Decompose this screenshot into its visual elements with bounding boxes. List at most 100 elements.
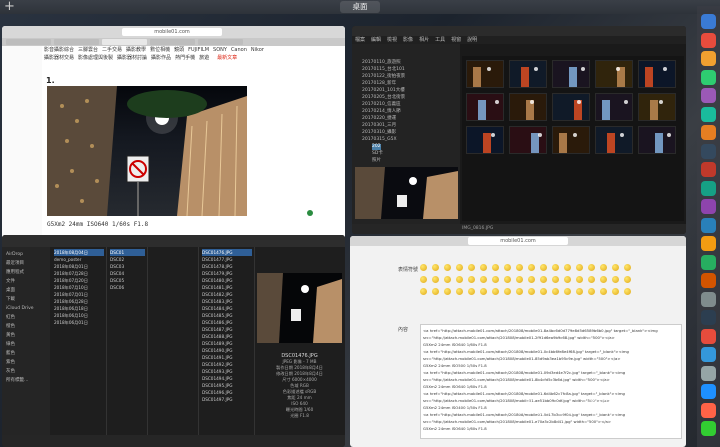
finder-row[interactable]: DSC04 [110,270,145,277]
thumbnail[interactable] [552,60,590,88]
smiley-icon[interactable] [624,288,631,295]
finder-sidebar-item[interactable]: 桌面 [6,287,15,294]
menu-item[interactable]: 檔案 [355,37,365,43]
menu-item[interactable]: 編輯 [371,37,381,43]
smiley-icon[interactable] [432,288,439,295]
browser-tab[interactable] [6,39,51,45]
smiley-icon[interactable] [468,264,475,271]
smiley-icon[interactable] [576,276,583,283]
finder-row[interactable]: 2018年07月10日 [54,284,104,291]
smiley-icon[interactable] [420,276,427,283]
thumbnail[interactable] [509,60,547,88]
tree-item[interactable]: 20170301_三月 [362,123,396,129]
forum-nav-item[interactable]: 影音攝影綜合 [44,47,74,53]
smiley-icon[interactable] [612,264,619,271]
thumbnail[interactable] [466,60,504,88]
smiley-icon[interactable] [420,288,427,295]
smiley-icon[interactable] [540,288,547,295]
thumbnail[interactable] [638,93,676,121]
finder-sidebar-item[interactable]: iCloud Drive [6,305,34,312]
photo-manager-window[interactable]: 檔案 編輯 檢視 影像 相片 工具 視窗 說明 20170110_旅遊照 20170115_台北… [352,26,686,234]
forum-nav-item[interactable]: 攝影器材交易 [44,55,74,61]
finder-sidebar-item[interactable]: 紅色 [6,314,15,321]
smilies-panel[interactable] [420,264,640,304]
smiley-icon[interactable] [528,264,535,271]
forum-nav-item[interactable]: Canon [231,47,247,53]
smiley-icon[interactable] [492,288,499,295]
finder-row[interactable]: DSC01479.JPG [202,270,252,277]
finder-sidebar-item[interactable]: 綠色 [6,341,15,348]
thumbnail[interactable] [466,93,504,121]
settings-icon[interactable] [701,291,716,307]
smiley-icon[interactable] [552,288,559,295]
finder-row-selected[interactable]: DSC01 [110,249,145,256]
tree-item[interactable]: 20170115_台北101 [362,67,405,73]
safari-icon[interactable] [701,51,716,66]
finder-row[interactable]: DSC03 [110,263,145,270]
smiley-icon[interactable] [468,288,475,295]
forum-nav-item[interactable]: FUJIFILM [188,47,209,53]
finder-row[interactable]: DSC01478.JPG [202,263,252,270]
finder-row[interactable]: DSC05 [110,277,145,284]
thumbnail[interactable] [638,126,676,154]
smiley-icon[interactable] [444,276,451,283]
smiley-icon[interactable] [516,264,523,271]
finder-row[interactable]: DSC01480.JPG [202,277,252,284]
browser-tab[interactable] [54,39,99,45]
finder-sidebar-item[interactable]: 灰色 [6,368,15,375]
thumbnail[interactable] [595,93,633,121]
smiley-icon[interactable] [444,264,451,271]
browser-tab[interactable] [198,39,243,45]
post-content-textarea[interactable]: <a href="http://attach.mobile01.com/atta… [420,324,682,439]
smiley-icon[interactable] [576,264,583,271]
mail-icon[interactable] [701,125,716,140]
tree-item[interactable]: 20170205_台北街景 [362,95,405,101]
smiley-icon[interactable] [456,288,463,295]
news-icon[interactable] [701,328,716,344]
finder-sidebar-item[interactable]: 所有標籤… [6,377,29,384]
editor-url[interactable]: mobile01.com [468,237,568,245]
forum-nav-item[interactable]: 三腳雲台 [78,47,98,53]
finder-row[interactable]: DSC01493.JPG [202,368,252,375]
forum-editor-window[interactable]: mobile01.com 表情符號 內容 <a href="http://att… [350,236,686,447]
finder-row-selected[interactable]: DSC01476.JPG [202,249,252,256]
thumbnail[interactable] [552,126,590,154]
thumbnail[interactable] [595,60,633,88]
finder-row[interactable]: 2018年07月20日 [54,277,104,284]
finder-row[interactable]: DSC06 [110,284,145,291]
smiley-icon[interactable] [612,276,619,283]
browser-url[interactable]: mobile01.com [122,28,222,36]
smiley-icon[interactable] [552,276,559,283]
finder-row[interactable]: DSC01496.JPG [202,389,252,396]
finder-row[interactable]: demo_poster [54,256,104,263]
calendar-icon[interactable] [701,254,716,270]
finder-window[interactable]: AirDrop 最近項目 應用程式 文件 桌面 下載 iCloud Drive 紅色 橙色 黃色綠… [2,235,345,447]
tree-item[interactable]: 20170122_街拍夜景 [362,74,405,80]
finder-row[interactable]: DSC01489.JPG [202,340,252,347]
finder-sidebar-item[interactable]: 下載 [6,296,15,303]
smiley-icon[interactable] [588,288,595,295]
music-icon[interactable] [701,162,716,177]
finder-row[interactable]: DSC01484.JPG [202,305,252,312]
finder-sidebar-item[interactable]: AirDrop [6,251,23,258]
finder-row[interactable]: DSC01483.JPG [202,298,252,305]
photo-manager-menubar[interactable]: 檔案 編輯 檢視 影像 相片 工具 視窗 說明 [352,36,686,44]
smiley-icon[interactable] [468,276,475,283]
finder-row[interactable]: DSC01495.JPG [202,382,252,389]
smiley-icon[interactable] [516,288,523,295]
menu-item[interactable]: 說明 [467,37,477,43]
finder-row[interactable]: 2018年06月01日 [54,319,104,326]
finder-icon[interactable] [701,14,716,29]
tree-item[interactable]: 20170214_情人節 [362,109,401,115]
smiley-icon[interactable] [552,264,559,271]
menu-item[interactable]: 視窗 [451,37,461,43]
smiley-icon[interactable] [624,264,631,271]
finder-sidebar-item[interactable]: 藍色 [6,350,15,357]
tree-item[interactable]: 20170201_101大樓 [362,88,405,94]
menu-item[interactable]: 影像 [403,37,413,43]
smiley-icon[interactable] [540,276,547,283]
photos-icon[interactable] [701,88,716,103]
finder-row[interactable]: DSC01482.JPG [202,291,252,298]
files-icon[interactable] [701,347,716,362]
terminal-icon[interactable] [701,143,716,159]
